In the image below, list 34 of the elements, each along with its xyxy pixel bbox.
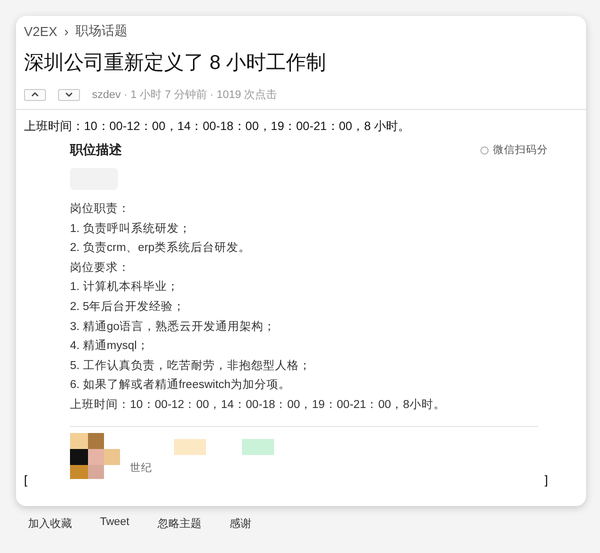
pixelated-avatar-drawing	[70, 432, 122, 479]
blurred-block	[242, 438, 274, 455]
footer-link[interactable]: Tweet	[100, 516, 130, 531]
caption-text: 世纪	[130, 460, 152, 476]
description-line: 3. 精通go语言，熟悉云开发通用架构；	[70, 319, 277, 335]
topic-body: 上班时间：10：00-12：00，14：00-18：00，19：00-21：00，8 小时。	[24, 118, 412, 135]
description-line: 6. 如果了解或者精通freeswitch为加分项。	[70, 378, 292, 394]
footer-link[interactable]: 感谢	[229, 516, 252, 531]
chevron-up-icon	[31, 92, 39, 97]
topic-title: 深圳公司重新定义了 8 小时工作制	[24, 51, 328, 76]
description-line: 2. 5年后台开发经验；	[70, 300, 186, 315]
description-line: 4. 精通mysql；	[70, 338, 150, 354]
upvote-button[interactable]	[24, 88, 46, 100]
description-line: 岗位职责：	[70, 202, 131, 217]
blurred-block	[174, 438, 206, 455]
description-line: 1. 计算机本科毕业；	[70, 280, 180, 296]
bracket-text: [	[24, 472, 28, 487]
bracket-text: ]	[544, 472, 548, 487]
chevron-down-icon	[65, 92, 73, 97]
description-line: 1. 负责呼叫系统研发；	[70, 221, 192, 237]
description-line: 上班时间：10：00-12：00，14：00-18：00，19：00-21：00，8小时。	[70, 398, 446, 413]
topic-meta: · 1 小时 7 分钟前 · 1019 次点击	[124, 88, 278, 102]
breadcrumb-separator: ›	[64, 24, 69, 38]
description-line: 2. 负责crm、erp类系统后台研发。	[70, 240, 252, 256]
description-line: 岗位要求：	[70, 260, 131, 276]
description-line: 5. 工作认真负责，吃苦耐劳，非抱怨型人格；	[70, 358, 312, 374]
site-link[interactable]: V2EX	[24, 24, 58, 38]
author-link[interactable]: szdev	[92, 88, 121, 100]
footer-link[interactable]: 忽略主题	[157, 516, 202, 531]
share-link[interactable]: 微信扫码分	[480, 143, 548, 157]
node-link[interactable]: 职场话题	[76, 22, 128, 40]
downvote-button[interactable]	[58, 88, 80, 100]
section-heading: 职位描述	[70, 141, 122, 159]
footer-link[interactable]: 加入收藏	[28, 516, 72, 531]
